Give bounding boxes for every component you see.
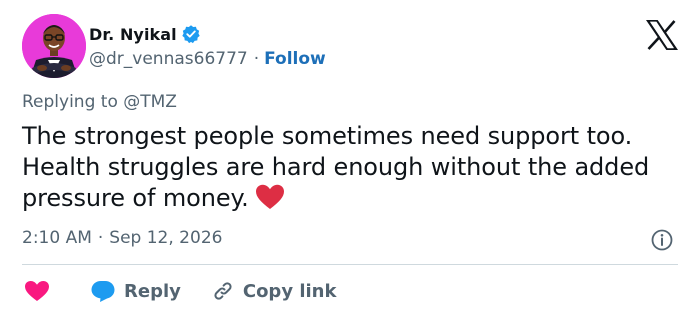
author-handle[interactable]: @dr_vennas66777 [89, 49, 248, 69]
handle-separator: · [253, 49, 260, 69]
reply-bubble-icon [91, 281, 115, 302]
replying-to-label: Replying to @TMZ [22, 92, 177, 112]
author-name-row: Dr. Nyikal [89, 22, 201, 46]
divider [22, 264, 678, 265]
verified-badge-icon [181, 24, 201, 44]
follow-button[interactable]: Follow [264, 49, 326, 69]
reply-button[interactable]: Reply [90, 279, 181, 303]
x-logo-icon[interactable] [645, 19, 679, 51]
copy-link-button[interactable]: Copy link [211, 279, 337, 303]
copy-link-label: Copy link [242, 280, 337, 302]
like-button[interactable] [22, 278, 52, 304]
tweet-timestamp[interactable]: 2:10 AM · Sep 12, 2026 [22, 228, 222, 248]
timestamp-separator: · [97, 228, 104, 248]
author-display-name[interactable]: Dr. Nyikal [89, 25, 177, 44]
avatar[interactable] [22, 14, 86, 78]
reply-label: Reply [124, 280, 181, 302]
info-icon[interactable] [650, 228, 674, 252]
tweet-text: The strongest people sometimes need supp… [22, 121, 692, 214]
author-handle-row: @dr_vennas66777 · Follow [89, 47, 326, 71]
link-icon [214, 282, 232, 300]
tweet-time: 2:10 AM [22, 228, 92, 248]
action-bar: Reply Copy link [22, 278, 336, 304]
tweet-date: Sep 12, 2026 [109, 228, 223, 248]
heart-emoji-icon [255, 184, 285, 210]
heart-icon [25, 281, 49, 301]
tweet-body: The strongest people sometimes need supp… [22, 122, 650, 212]
